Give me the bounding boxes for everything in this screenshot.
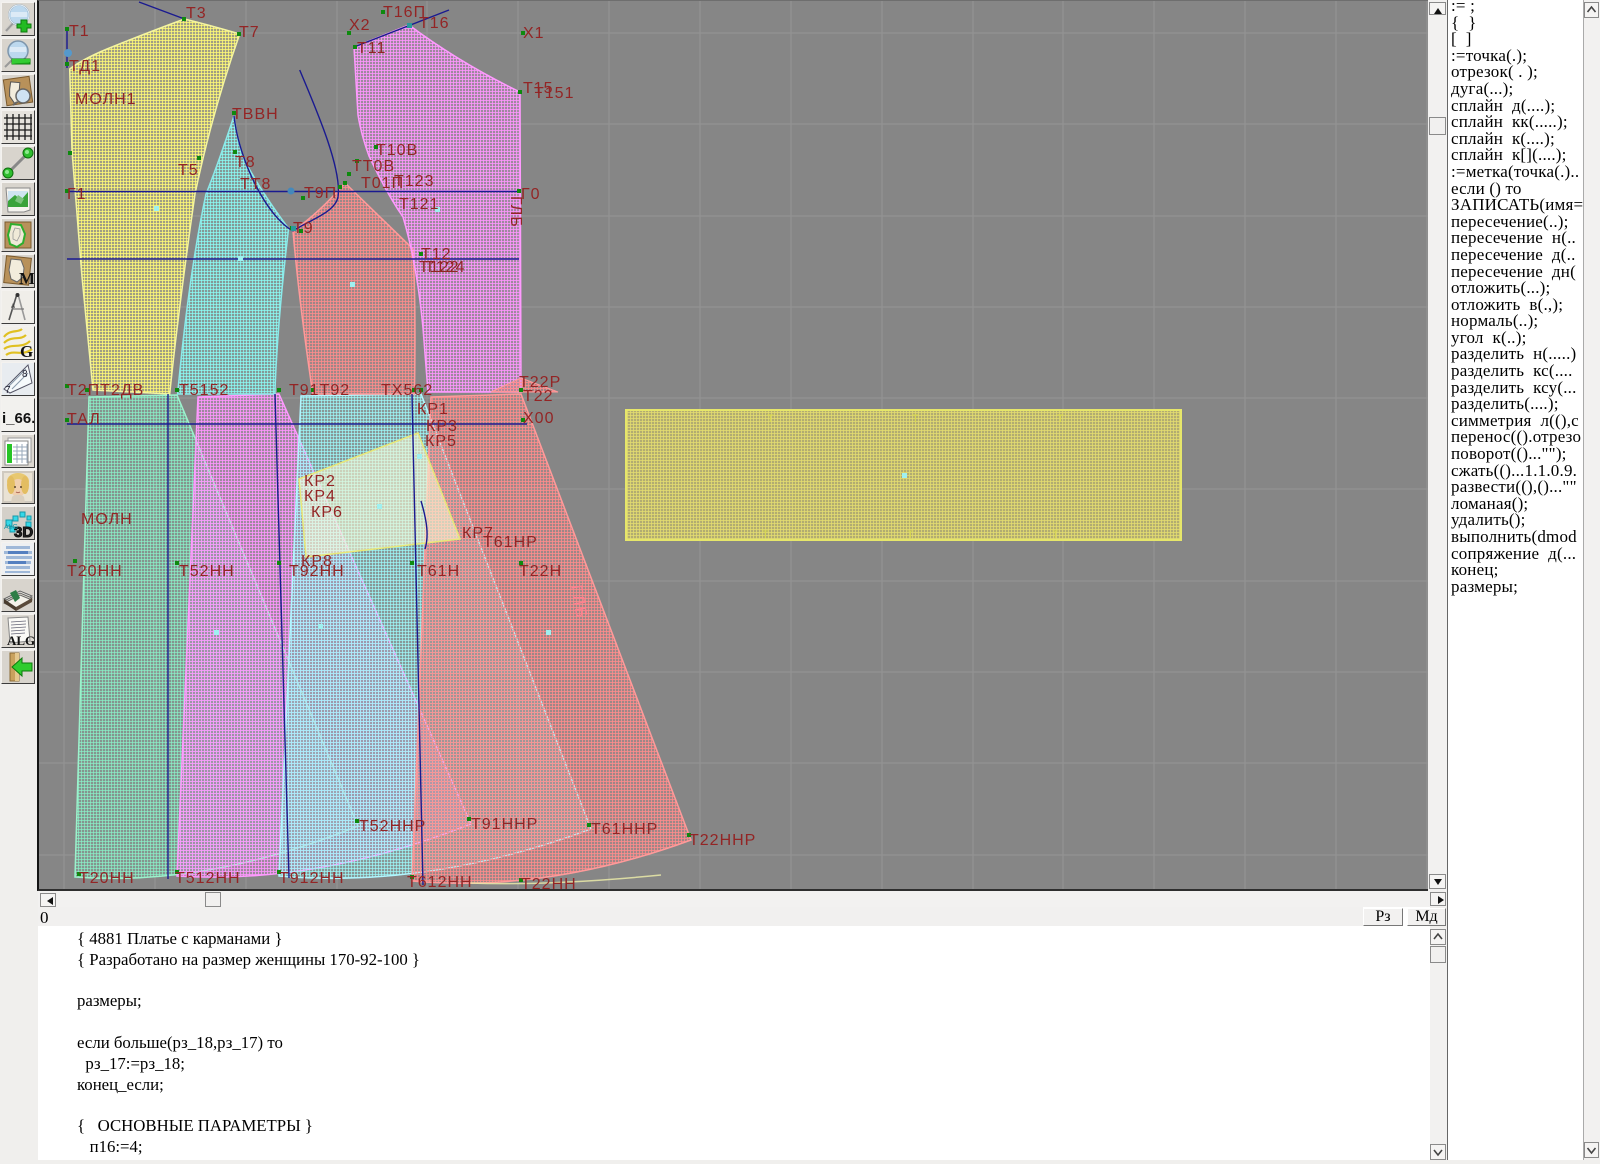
svg-text:Т91Т92: Т91Т92 — [289, 382, 350, 399]
svg-text:Т1: Т1 — [69, 23, 90, 40]
svg-text:M: M — [19, 269, 34, 287]
svg-text:ТХ562: ТХ562 — [381, 382, 433, 399]
svg-text:G: G — [20, 342, 33, 359]
svg-text:ALG: ALG — [4, 524, 18, 531]
svg-text:Т912НН: Т912НН — [279, 870, 345, 887]
svg-text:Т151: Т151 — [534, 85, 574, 102]
svg-text:МОЛН1: МОЛН1 — [75, 91, 137, 108]
svg-text:Т: Т — [1057, 413, 1064, 425]
svg-text:Т10В: Т10В — [376, 142, 418, 159]
svg-text:Т91ННР: Т91ННР — [471, 816, 538, 833]
svg-text:Т124: Т124 — [425, 259, 465, 276]
svg-text:КР4: КР4 — [304, 488, 336, 505]
svg-text:Т22НН: Т22НН — [521, 876, 577, 889]
svg-text:Т: Т — [1052, 529, 1059, 541]
svg-text:Т61ННР: Т61ННР — [591, 821, 658, 838]
svg-text:Т: Т — [907, 529, 914, 541]
svg-text:ТТ0В: ТТ0В — [352, 158, 395, 175]
svg-text:Т92НН: Т92НН — [289, 563, 345, 580]
svg-text:Т5152: Т5152 — [179, 382, 229, 399]
svg-text:ТТ8: ТТ8 — [240, 176, 271, 193]
svg-text:Т20НН: Т20НН — [67, 563, 123, 580]
svg-text:Т512НН: Т512НН — [175, 870, 241, 887]
svg-text:8: 8 — [22, 369, 28, 380]
svg-text:Т: Т — [762, 529, 769, 541]
svg-text:ALG: ALG — [7, 633, 34, 647]
svg-text:Т5: Т5 — [178, 162, 199, 179]
svg-text:КР6: КР6 — [311, 504, 343, 521]
svg-text:Т2ПТ2ДВ: Т2ПТ2ДВ — [67, 382, 144, 399]
svg-text:МОЛН: МОЛН — [81, 511, 133, 528]
svg-text:Т61НР: Т61НР — [483, 534, 538, 551]
svg-text:X1: X1 — [523, 25, 545, 42]
svg-text:ТВВН: ТВВН — [232, 106, 279, 123]
svg-text:Т22: Т22 — [523, 388, 554, 405]
svg-text:X2: X2 — [349, 17, 371, 34]
svg-text:Т52НН: Т52НН — [179, 563, 235, 580]
svg-text:Т52ННР: Т52ННР — [359, 818, 426, 835]
svg-text:7: 7 — [5, 385, 11, 395]
svg-text:Г1: Г1 — [67, 186, 87, 203]
svg-text:Т612НН: Т612НН — [407, 874, 473, 889]
svg-text:Т20НН: Т20НН — [79, 870, 135, 887]
svg-text:A: A — [11, 304, 15, 310]
svg-text:Т61Н: Т61Н — [417, 563, 460, 580]
svg-text:Т121: Т121 — [399, 196, 439, 213]
svg-text:ТАЛ: ТАЛ — [67, 411, 101, 428]
svg-text:Т16: Т16 — [419, 15, 450, 32]
svg-text:Т9П: Т9П — [304, 185, 337, 202]
svg-text:Т22Н: Т22Н — [519, 563, 562, 580]
svg-text:Т22ННР: Т22ННР — [689, 832, 756, 849]
svg-text:Т3: Т3 — [186, 5, 207, 22]
svg-text:X00: X00 — [523, 410, 554, 427]
svg-text:Т11: Т11 — [357, 40, 386, 57]
svg-text:i_66.: i_66. — [2, 410, 34, 427]
svg-text:КР5: КР5 — [425, 433, 457, 450]
svg-text:Т7: Т7 — [239, 24, 260, 41]
svg-text:Т8: Т8 — [235, 154, 256, 171]
svg-text:Т9: Т9 — [293, 220, 314, 237]
svg-text:ТД1: ТД1 — [69, 58, 101, 75]
svg-text:ГЛБ: ГЛБ — [507, 196, 524, 228]
svg-text:КР1: КР1 — [417, 401, 449, 418]
svg-text:Т123: Т123 — [394, 173, 434, 190]
svg-text:Т: Т — [912, 413, 919, 425]
svg-text:Т: Т — [767, 413, 774, 425]
